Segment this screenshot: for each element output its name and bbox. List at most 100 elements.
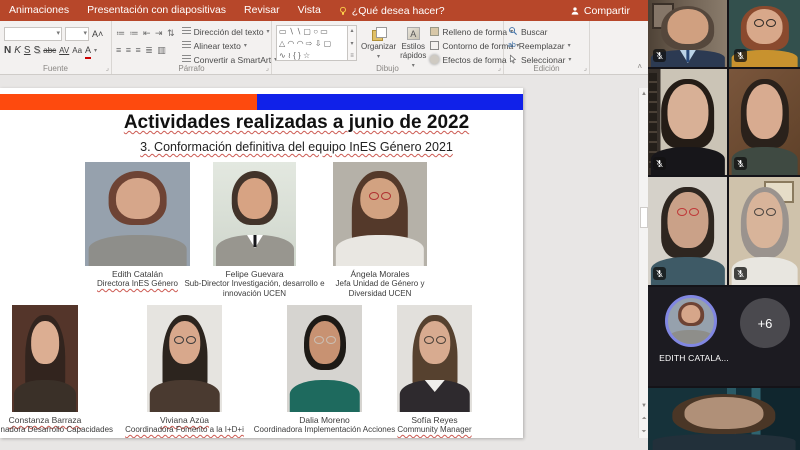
strikethrough-button[interactable]: abc — [43, 44, 56, 58]
change-case-button[interactable]: Aa — [72, 44, 82, 58]
tell-me-label: ¿Qué desea hacer? — [352, 5, 445, 17]
dialog-launcher-icon[interactable]: ⌟ — [266, 64, 269, 72]
search-icon — [508, 26, 518, 38]
group-label-dibujo: Dibujo — [272, 64, 503, 73]
align-text-button[interactable]: Alinear texto▾ — [182, 39, 277, 52]
team-photo-angela-morales[interactable]: Ángela MoralesJefa Unidad de Género y Di… — [333, 162, 427, 266]
arrange-icon — [372, 27, 385, 40]
member-name: Felipe Guevara — [180, 269, 330, 279]
font-name-combo[interactable] — [4, 27, 62, 41]
shape-fill-icon — [430, 27, 439, 36]
tab-presentacion[interactable]: Presentación con diapositivas — [78, 0, 235, 21]
team-photo-felipe-guevara[interactable]: Felipe GuevaraSub-Director Investigación… — [213, 162, 296, 266]
participant-avatar[interactable] — [665, 295, 717, 347]
slide-accent-bar-orange — [0, 94, 257, 110]
character-spacing-button[interactable]: AV — [59, 44, 69, 58]
group-fuente: A˄ N K S S abc AV Aa A ▾ Fuente ⌟ — [0, 21, 112, 74]
dialog-launcher-icon[interactable]: ⌟ — [498, 64, 501, 72]
shapes-gallery[interactable]: ▭ ∖ ∖ ▢ ○ ▭△ ◠ ◠ ⇨ ⇩ ▢∿ ≀ { } ☆ — [276, 25, 348, 61]
mic-muted-icon — [653, 267, 666, 280]
tab-animaciones[interactable]: Animaciones — [0, 0, 78, 21]
slide-canvas[interactable]: Actividades realizadas a junio de 2022 3… — [0, 88, 523, 438]
gallery-scroll[interactable]: ▴▾≡ — [348, 25, 357, 61]
person-figure — [397, 305, 472, 412]
group-label-edicion: Edición — [504, 64, 589, 73]
slide-scrollbar[interactable]: ▲ ▼ ⏶ ⏷ — [638, 88, 648, 438]
participant-video-7[interactable] — [648, 388, 800, 450]
slide-title[interactable]: Actividades realizadas a junio de 2022 — [80, 112, 513, 134]
overflow-participants-panel: EDITH CATALA... +6 — [648, 287, 800, 386]
participant-video-1[interactable] — [648, 0, 727, 67]
share-label: Compartir — [584, 5, 630, 17]
collapse-ribbon-icon[interactable]: ˄ — [637, 62, 642, 71]
find-button[interactable]: Buscar — [508, 25, 585, 38]
overflow-count-badge[interactable]: +6 — [740, 298, 790, 348]
mic-muted-icon — [734, 157, 747, 170]
lightbulb-icon — [338, 6, 348, 16]
italic-button[interactable]: K — [14, 44, 21, 58]
person-figure — [213, 162, 296, 266]
team-photo-dalia-moreno[interactable]: Dalia MorenoCoordinadora Implementación … — [287, 305, 362, 412]
smartart-icon — [182, 55, 191, 64]
person-figure — [287, 305, 362, 412]
chevron-down-icon: ▾ — [377, 53, 380, 62]
participant-video-2[interactable] — [729, 0, 800, 67]
bold-button[interactable]: N — [4, 44, 11, 58]
member-role: Sub-Director Investigación, desarrollo e… — [180, 279, 330, 298]
share-button[interactable]: Compartir — [570, 0, 630, 21]
tab-vista[interactable]: Vista — [289, 0, 330, 21]
font-color-button[interactable]: A — [85, 43, 91, 59]
text-shadow-button[interactable]: S — [34, 44, 41, 58]
mic-muted-icon — [653, 49, 666, 62]
group-label-fuente: Fuente — [0, 64, 111, 73]
participant-video-3[interactable] — [648, 69, 727, 175]
shape-effects-icon — [430, 55, 439, 64]
member-name: Ángela Morales — [320, 269, 440, 279]
participant-video-4[interactable] — [729, 69, 800, 175]
mic-muted-icon — [734, 267, 747, 280]
person-figure — [648, 388, 800, 450]
team-photo-sofia-reyes[interactable]: Sofía ReyesCommunity Manager — [397, 305, 472, 412]
group-edicion: Buscar abReemplazar▾ Seleccionar▾ Edició… — [504, 21, 590, 74]
slide-subtitle[interactable]: 3. Conformación definitiva del equipo In… — [80, 140, 513, 154]
group-parrafo: ≔ ≔ ⇤ ⇥ ⇅ ≡ ≡ ≡ ≣ ▥ Dirección del texto▾… — [112, 21, 272, 74]
mic-muted-icon — [653, 157, 666, 170]
team-photo-viviana-azua[interactable]: Viviana AzúaCoordinadora Fomento a la I+… — [147, 305, 222, 412]
underline-button[interactable]: S — [24, 44, 31, 58]
member-role: Community Manager — [346, 425, 524, 435]
bullets-numbering-buttons[interactable]: ≔ ≔ ⇤ ⇥ ⇅ — [116, 28, 176, 39]
participant-name-label: EDITH CATALA... — [648, 353, 740, 363]
text-direction-button[interactable]: Dirección del texto▾ — [182, 25, 277, 38]
replace-button[interactable]: abReemplazar▾ — [508, 39, 585, 52]
team-photo-edith-catalan[interactable]: Edith CatalánDirectora InES Género — [85, 162, 190, 266]
scrollbar-thumb[interactable] — [640, 207, 648, 228]
dialog-launcher-icon[interactable]: ⌟ — [584, 64, 587, 72]
person-icon — [570, 6, 580, 16]
quick-styles-icon: A — [407, 27, 420, 40]
align-text-icon — [182, 41, 191, 50]
ribbon: A˄ N K S S abc AV Aa A ▾ Fuente ⌟ — [0, 21, 648, 75]
desktop-screen: Animaciones Presentación con diapositiva… — [0, 0, 800, 450]
person-figure — [85, 162, 190, 266]
chevron-down-icon: ▾ — [94, 47, 97, 54]
overflow-count: +6 — [758, 316, 773, 331]
team-photo-constanza-barraza[interactable]: Constanza BarrazaCoordinadora Desarrollo… — [12, 305, 78, 412]
person-figure — [333, 162, 427, 266]
participant-video-6[interactable] — [729, 177, 800, 285]
member-role: Jefa Unidad de Género y Diversidad UCEN — [320, 279, 440, 298]
person-figure — [147, 305, 222, 412]
meeting-panel: EDITH CATALA... +6 — [648, 0, 800, 450]
participant-video-5[interactable] — [648, 177, 727, 285]
shape-outline-icon — [430, 41, 439, 50]
tab-revisar[interactable]: Revisar — [235, 0, 289, 21]
grow-font-button[interactable]: A˄ — [92, 27, 103, 41]
font-size-combo[interactable] — [65, 27, 89, 41]
person-figure — [668, 298, 714, 344]
ribbon-tab-bar: Animaciones Presentación con diapositiva… — [0, 0, 648, 21]
tell-me-box[interactable]: ¿Qué desea hacer? — [330, 5, 453, 17]
dialog-launcher-icon[interactable]: ⌟ — [106, 64, 109, 72]
alignment-buttons[interactable]: ≡ ≡ ≡ ≣ ▥ — [116, 45, 167, 56]
powerpoint-window: Animaciones Presentación con diapositiva… — [0, 0, 648, 450]
text-direction-icon — [182, 27, 191, 36]
slide-accent-bar-blue — [257, 94, 523, 110]
